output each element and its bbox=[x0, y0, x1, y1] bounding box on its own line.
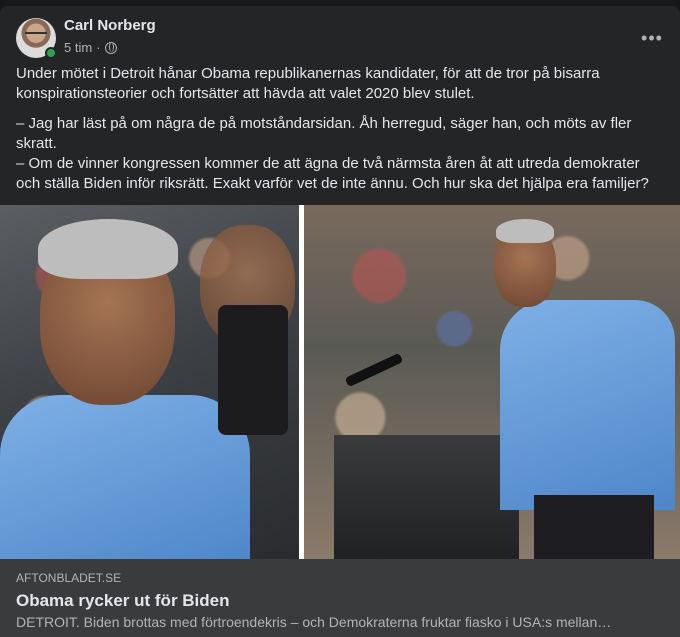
link-image[interactable] bbox=[0, 205, 680, 559]
trousers bbox=[534, 495, 654, 559]
post-header: Carl Norberg 5 tim · ••• bbox=[16, 16, 664, 60]
shirt bbox=[0, 395, 250, 559]
post-paragraph: – Om de vinner kongressen kommer de att … bbox=[16, 155, 649, 192]
post-meta: 5 tim · bbox=[64, 40, 117, 55]
post-card: Carl Norberg 5 tim · ••• Under mötet i D… bbox=[0, 6, 680, 637]
phone bbox=[218, 305, 288, 435]
online-status-icon bbox=[45, 47, 57, 59]
podium bbox=[334, 435, 519, 559]
post-paragraph: Under mötet i Detroit hånar Obama republ… bbox=[16, 65, 600, 102]
post-paragraph: – Jag har läst på om några de på motstån… bbox=[16, 115, 632, 152]
hair bbox=[496, 219, 554, 243]
avatar-glasses bbox=[25, 32, 47, 37]
more-dots-icon: ••• bbox=[641, 27, 663, 48]
post-text: Under mötet i Detroit hånar Obama republ… bbox=[16, 64, 661, 204]
author-name[interactable]: Carl Norberg bbox=[64, 17, 156, 34]
hair bbox=[38, 219, 178, 279]
more-options-button[interactable]: ••• bbox=[634, 20, 670, 56]
link-preview[interactable]: AFTONBLADET.SE Obama rycker ut för Biden… bbox=[0, 559, 680, 637]
link-title[interactable]: Obama rycker ut för Biden bbox=[16, 591, 664, 611]
globe-icon[interactable] bbox=[104, 41, 117, 54]
post-time[interactable]: 5 tim bbox=[64, 40, 92, 55]
link-description: DETROIT. Biden brottas med förtroendekri… bbox=[16, 614, 612, 630]
shirt bbox=[500, 300, 675, 510]
image-right-panel bbox=[304, 205, 680, 559]
meta-separator: · bbox=[96, 40, 101, 55]
link-domain: AFTONBLADET.SE bbox=[16, 571, 122, 585]
image-left-panel bbox=[0, 205, 299, 559]
